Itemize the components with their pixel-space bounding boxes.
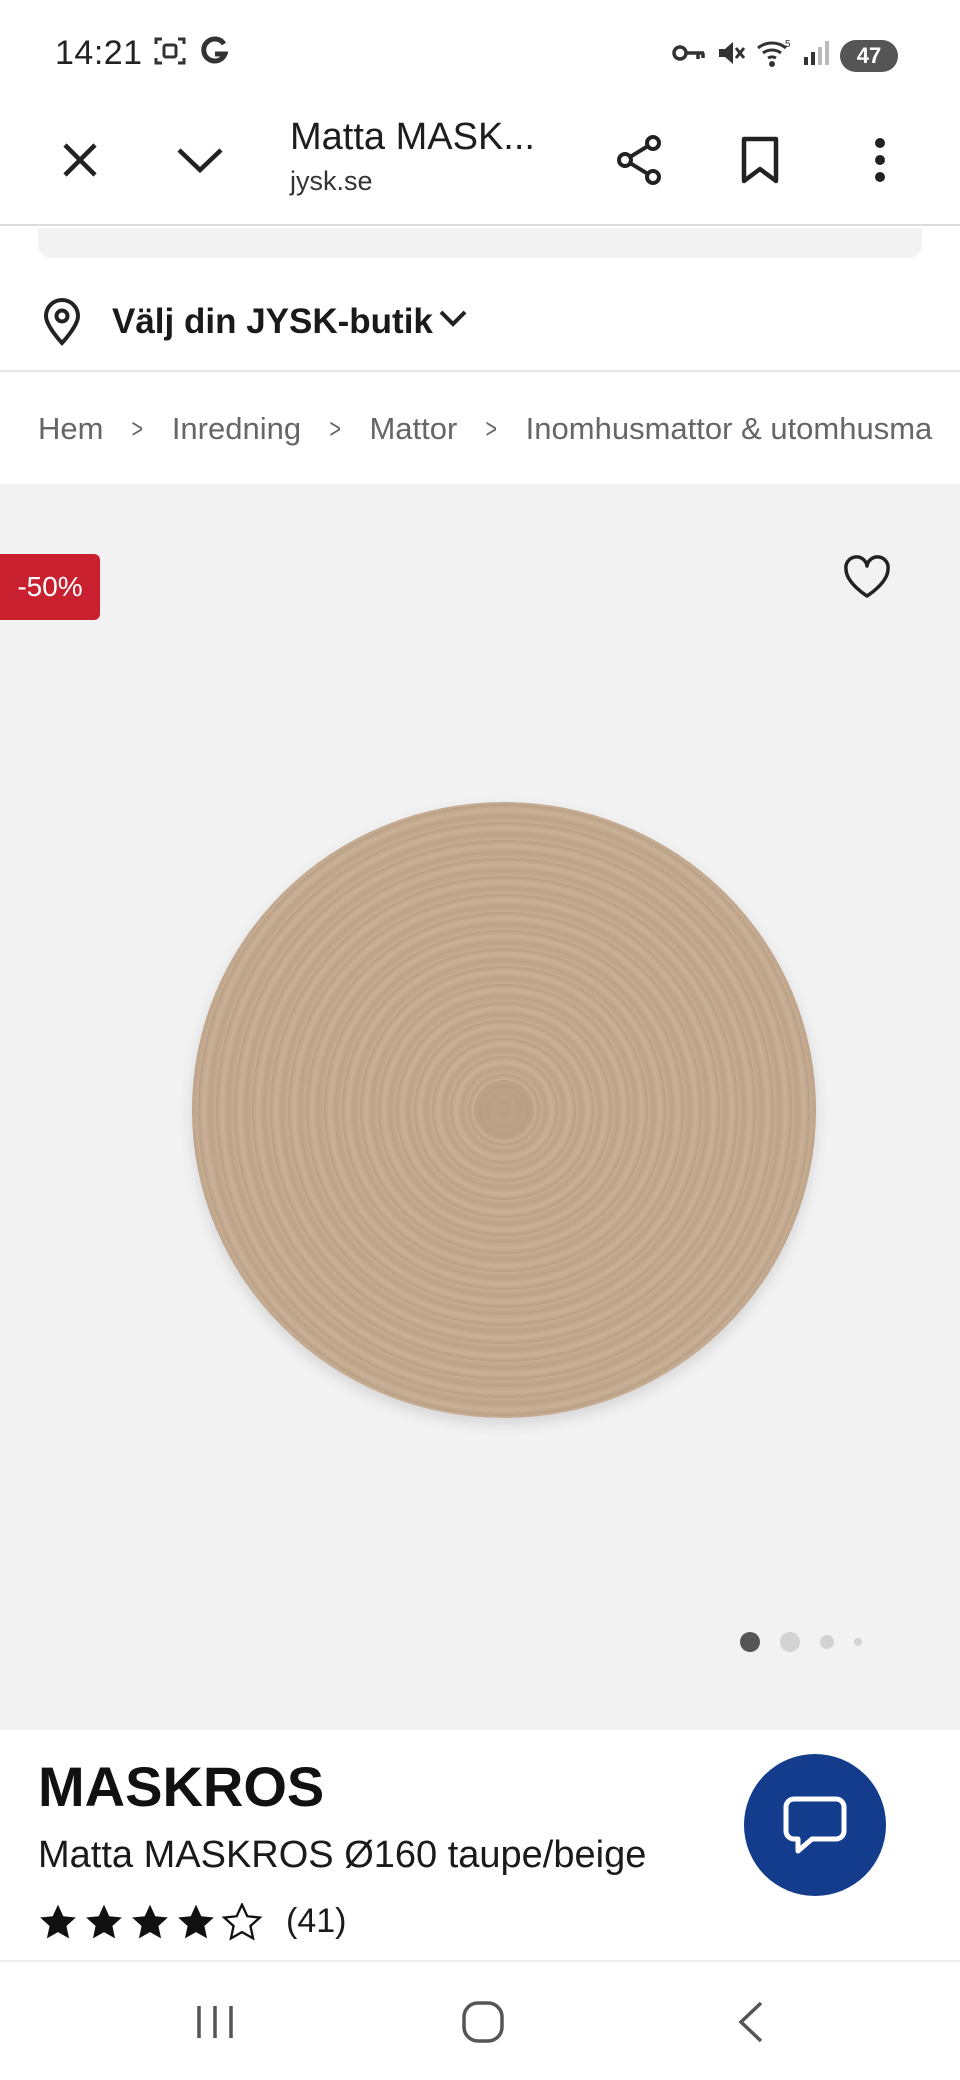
rug-center [474,1080,534,1140]
more-options-button[interactable] [850,130,910,190]
minimize-tab-button[interactable] [170,130,230,190]
more-vert-icon [875,138,885,182]
back-icon [738,2001,763,2043]
gallery-dot[interactable] [854,1638,862,1646]
signal-icon [802,39,830,72]
star-filled-icon [40,1904,76,1938]
chevron-right-icon: > [329,413,341,444]
bookmark-button[interactable] [730,130,790,190]
star-empty-icon [222,1902,262,1941]
gallery-dot[interactable] [820,1635,834,1649]
vpn-key-icon [672,43,706,68]
product-brand: MASKROS [38,1755,325,1818]
chat-bubble-icon [783,1796,847,1854]
search-bar-strip [38,228,922,258]
review-count: (41) [286,1902,347,1940]
breadcrumb-item-inredning[interactable]: Inredning [172,411,301,447]
product-name: Matta MASKROS Ø160 taupe/beige [38,1834,647,1876]
bookmark-icon [741,136,779,184]
heart-icon [844,555,890,598]
share-button[interactable] [610,130,670,190]
star-filled-icon [132,1904,168,1938]
gallery-dot[interactable] [780,1632,800,1652]
chevron-right-icon: > [485,413,498,444]
star-filled-icon [86,1904,122,1938]
star-filled-icon [178,1904,214,1938]
home-icon [462,2001,504,2043]
location-pin-icon [42,298,82,351]
product-image [192,802,816,1418]
favorite-button[interactable] [842,554,892,605]
battery-icon: 47 [840,39,898,72]
breadcrumb-item-hem[interactable]: Hem [38,411,103,447]
browser-toolbar: Matta MASK... jysk.se [0,104,960,226]
product-rating[interactable]: (41) [38,1902,346,1941]
recent-apps-button[interactable] [180,1992,250,2052]
chat-button[interactable] [744,1754,886,1896]
store-selector-label: Välj din JYSK-butik [112,302,433,341]
store-selector[interactable]: Välj din JYSK-butik [0,276,960,372]
page-title[interactable]: Matta MASK... [290,116,535,159]
wifi-icon: 5 [756,38,792,73]
chevron-down-icon [438,308,468,333]
page-url[interactable]: jysk.se [290,166,373,197]
share-icon [617,135,661,185]
product-info: MASKROS Matta MASKROS Ø160 taupe/beige (… [0,1730,960,1960]
home-button[interactable] [448,1992,518,2052]
breadcrumb-item-mattor[interactable]: Mattor [369,411,457,447]
gallery-dot-active[interactable] [740,1632,760,1652]
svg-text:5: 5 [785,39,791,50]
status-right-icons: 5 47 [672,38,898,73]
g-icon [200,36,229,71]
system-nav-bar [0,1960,960,2080]
screenshot-icon [154,36,186,71]
status-left-icons [154,36,229,71]
status-time: 14:21 [55,34,143,72]
back-button[interactable] [716,1992,786,2052]
close-icon [63,143,97,177]
breadcrumb: Hem > Inredning > Mattor > Inomhusmattor… [38,404,960,454]
recent-apps-icon [197,2006,233,2038]
close-tab-button[interactable] [50,130,110,190]
product-gallery[interactable]: -50% [0,484,960,1730]
chevron-right-icon: > [131,413,144,444]
discount-badge: -50% [0,554,100,620]
status-bar: 14:21 5 47 [0,0,960,104]
chevron-down-icon [177,148,223,174]
breadcrumb-item-inomhusmattor[interactable]: Inomhusmattor & utomhusma [526,411,933,447]
mute-icon [716,38,746,73]
gallery-pagination [740,1632,862,1652]
